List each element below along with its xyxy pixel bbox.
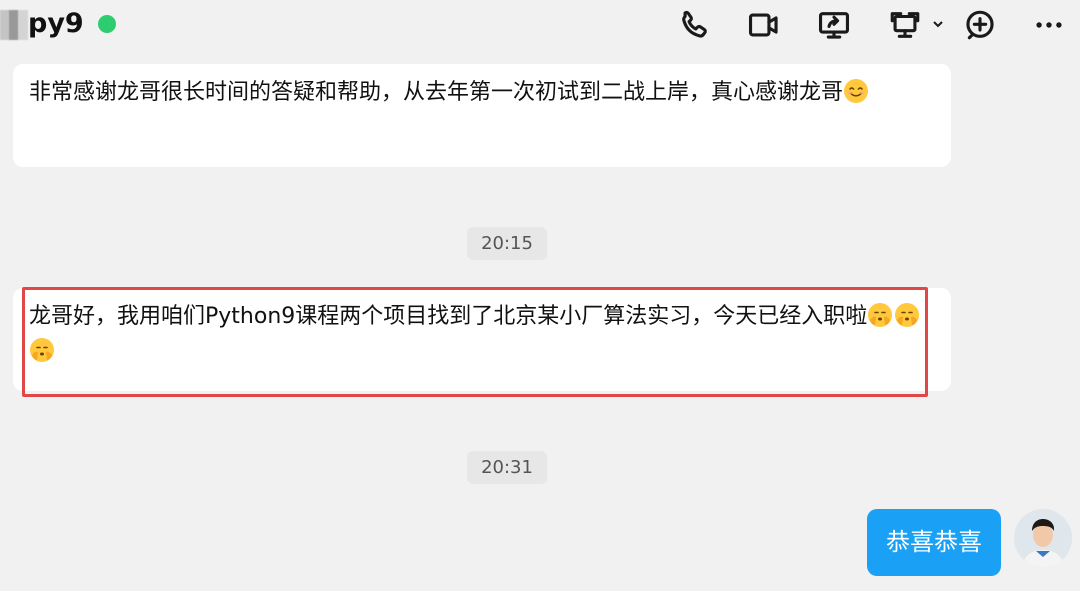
message-text: 龙哥好，我用咱们Python9课程两个项目找到了北京某小厂算法实习，今天已经入职… — [29, 304, 868, 329]
add-icon[interactable] — [961, 6, 999, 44]
timestamp: 20:15 — [467, 227, 547, 260]
timestamp: 20:31 — [467, 451, 547, 484]
remote-desktop-icon[interactable] — [886, 6, 924, 44]
contact-avatar-blurred[interactable] — [0, 10, 28, 40]
user-avatar[interactable] — [1014, 509, 1072, 567]
message-text: 非常感谢龙哥很长时间的答疑和帮助，从去年第一次初试到二战上岸，真心感谢龙哥 — [29, 80, 844, 105]
online-status-dot — [98, 15, 116, 33]
saluting-face-emoji — [29, 337, 55, 363]
screen-share-icon[interactable] — [815, 6, 853, 44]
saluting-face-emoji — [894, 302, 920, 328]
incoming-message[interactable]: 非常感谢龙哥很长时间的答疑和帮助，从去年第一次初试到二战上岸，真心感谢龙哥 — [13, 64, 951, 167]
outgoing-message[interactable]: 恭喜恭喜 — [867, 509, 1001, 576]
chat-title[interactable]: py9 — [28, 8, 84, 39]
incoming-message-highlighted[interactable]: 龙哥好，我用咱们Python9课程两个项目找到了北京某小厂算法实习，今天已经入职… — [13, 288, 951, 391]
chevron-down-icon[interactable] — [931, 16, 945, 30]
phone-icon[interactable] — [676, 6, 714, 44]
saluting-face-emoji — [867, 302, 893, 328]
more-icon[interactable] — [1030, 6, 1068, 44]
smiling-face-emoji — [843, 78, 869, 104]
chat-header: py9 — [0, 0, 1080, 52]
video-call-icon[interactable] — [745, 6, 783, 44]
